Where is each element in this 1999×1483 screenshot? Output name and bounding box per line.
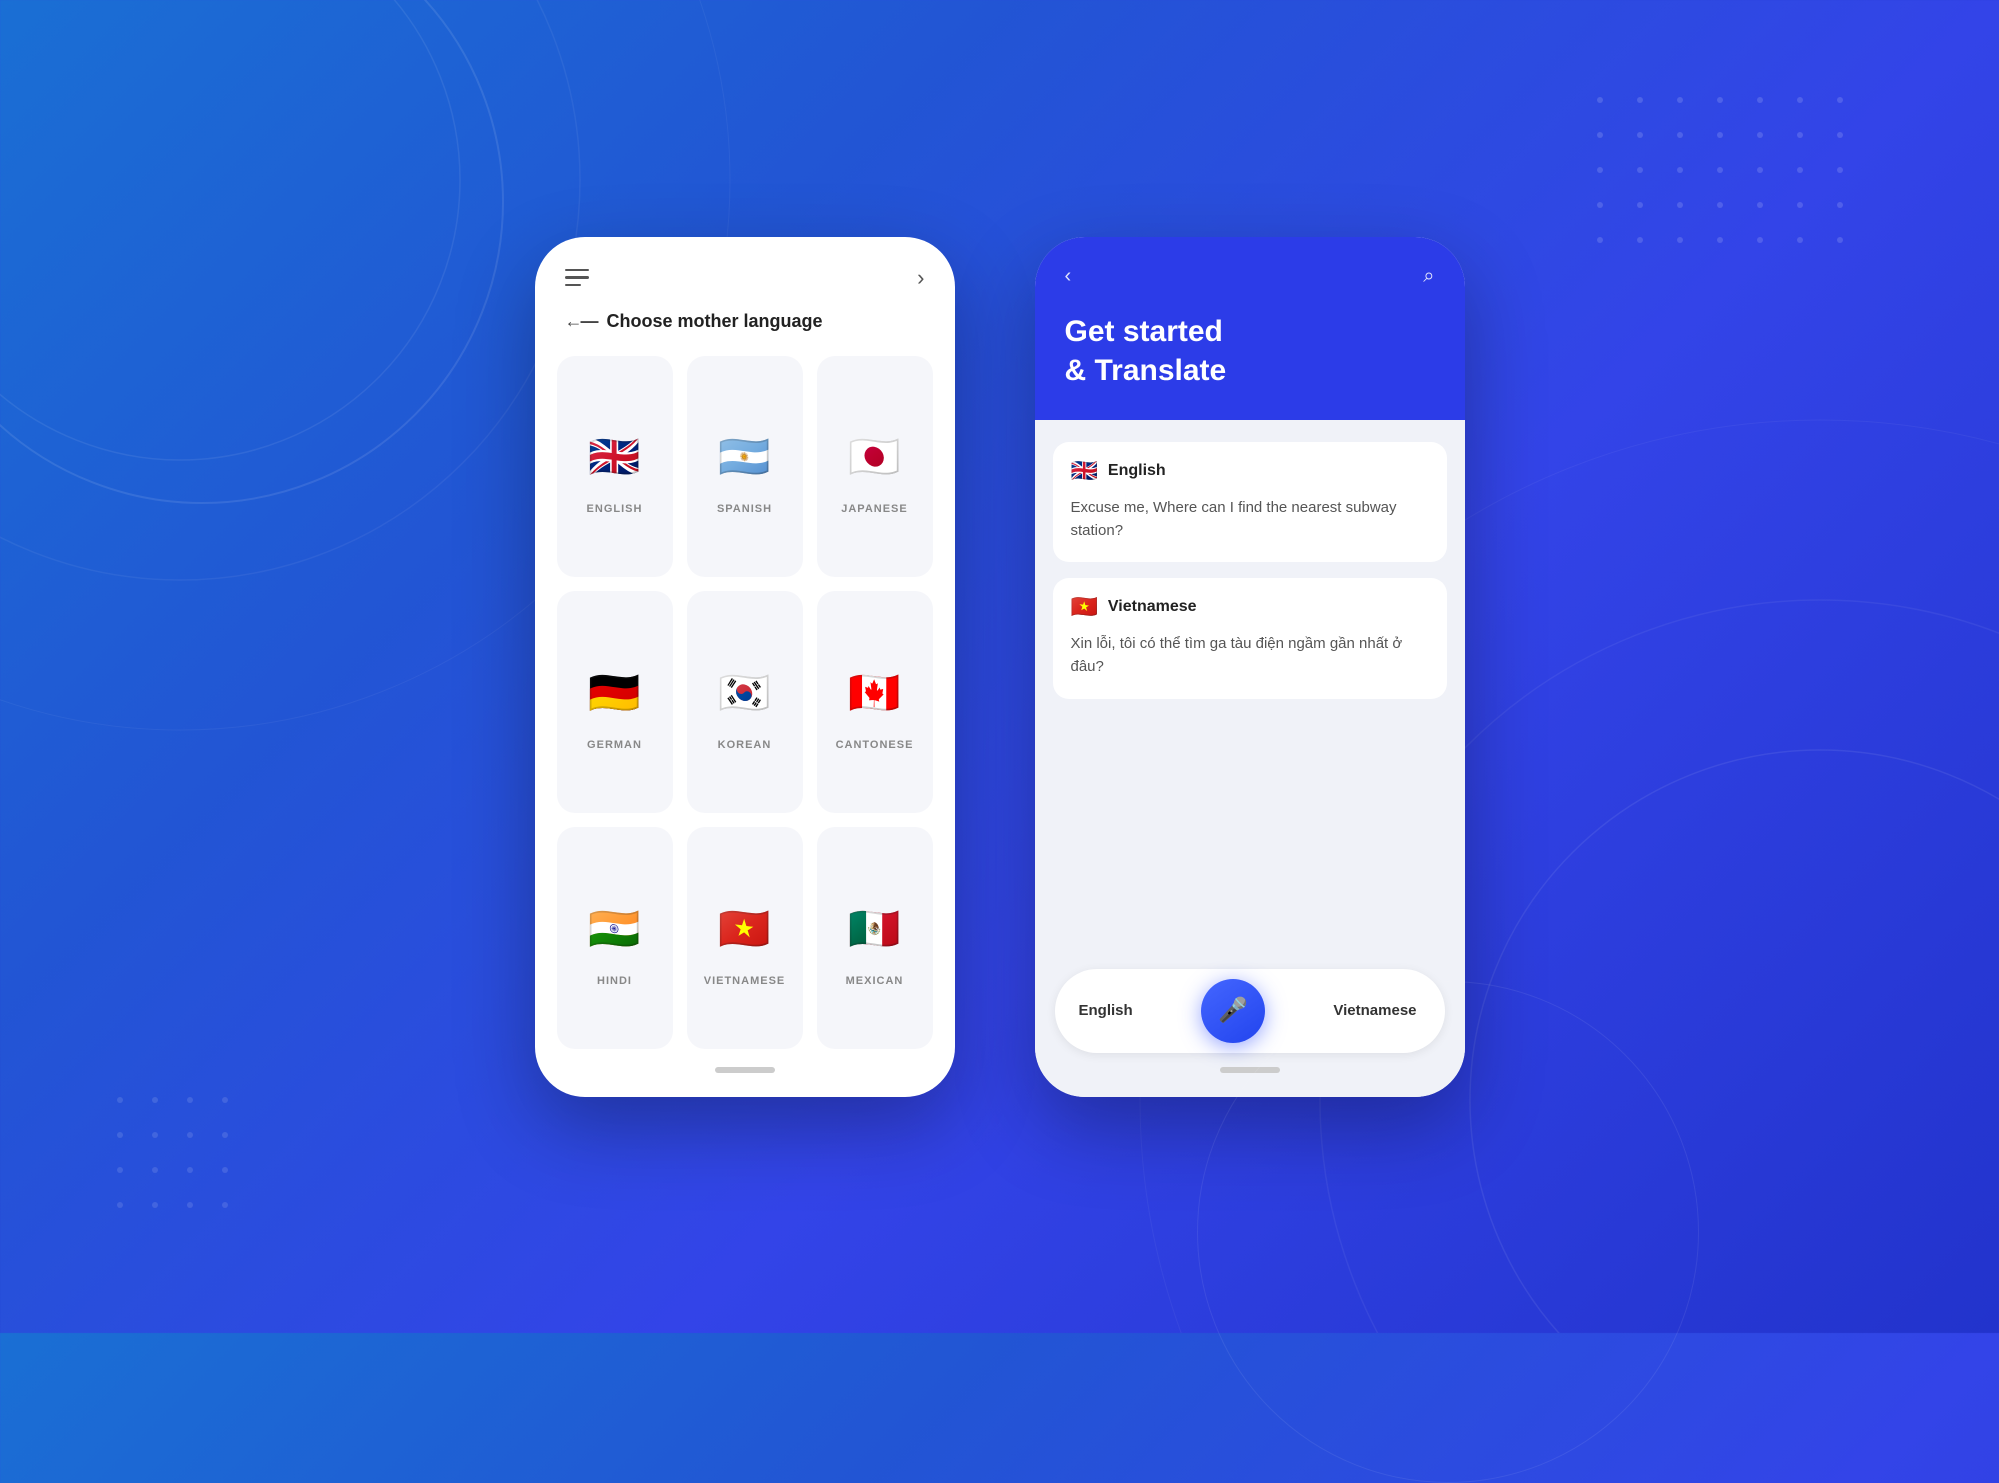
lang-label-korean: KOREAN xyxy=(718,739,772,751)
target-text: Xin lỗi, tôi có thể tìm ga tàu điện ngầm… xyxy=(1071,632,1429,679)
target-flag-icon: 🇻🇳 xyxy=(1071,594,1098,620)
phone2-header: ‹ ⌕ Get started & Translate xyxy=(1035,237,1465,420)
flag-korean: 🇰🇷 xyxy=(709,657,781,729)
lang-card-cantonese[interactable]: 🇨🇦 CANTONESE xyxy=(817,591,933,813)
app-title: Get started & Translate xyxy=(1065,312,1435,390)
flag-mexican: 🇲🇽 xyxy=(839,893,911,965)
flag-english: 🇬🇧 xyxy=(579,421,651,493)
lang-card-spanish[interactable]: 🇦🇷 SPANISH xyxy=(687,356,803,578)
lang-label-english: ENGLISH xyxy=(587,503,643,515)
lang-label-vietnamese: VIETNAMESE xyxy=(704,975,786,987)
phone2-bottom-bar: English 🎤 Vietnamese xyxy=(1035,955,1465,1097)
phone1-header: › xyxy=(535,237,955,301)
phone-language-selector: › ←— Choose mother language 🇬🇧 ENGLISH 🇦🇷 S… xyxy=(535,237,955,1097)
lang-card-english[interactable]: 🇬🇧 ENGLISH xyxy=(557,356,673,578)
flag-spanish: 🇦🇷 xyxy=(709,421,781,493)
lang-label-german: GERMAN xyxy=(587,739,642,751)
lang-card-german[interactable]: 🇩🇪 GERMAN xyxy=(557,591,673,813)
search-button[interactable]: ⌕ xyxy=(1423,265,1434,288)
target-language-card: 🇻🇳 Vietnamese Xin lỗi, tôi có thể tìm ga… xyxy=(1053,578,1447,699)
phone-translator: ‹ ⌕ Get started & Translate 🇬🇧 English E… xyxy=(1035,237,1465,1097)
lang-card-japanese[interactable]: 🇯🇵 JAPANESE xyxy=(817,356,933,578)
source-text: Excuse me, Where can I find the nearest … xyxy=(1071,496,1429,543)
flag-japanese: 🇯🇵 xyxy=(839,421,911,493)
source-flag-icon: 🇬🇧 xyxy=(1071,458,1098,484)
lang-card-hindi[interactable]: 🇮🇳 HINDI xyxy=(557,827,673,1049)
menu-icon[interactable] xyxy=(565,269,589,287)
mic-bar: English 🎤 Vietnamese xyxy=(1055,969,1445,1053)
flag-cantonese: 🇨🇦 xyxy=(839,657,911,729)
source-language-card: 🇬🇧 English Excuse me, Where can I find t… xyxy=(1053,442,1447,563)
back-arrow-icon: ←— xyxy=(565,311,597,332)
home-pill-2 xyxy=(1220,1067,1280,1073)
target-lang-header: 🇻🇳 Vietnamese xyxy=(1071,594,1429,620)
flag-hindi: 🇮🇳 xyxy=(579,893,651,965)
translation-body: 🇬🇧 English Excuse me, Where can I find t… xyxy=(1035,420,1465,955)
lang-card-vietnamese[interactable]: 🇻🇳 VIETNAMESE xyxy=(687,827,803,1049)
target-lang-name: Vietnamese xyxy=(1108,598,1197,616)
lang-label-mexican: MEXICAN xyxy=(846,975,904,987)
source-lang-header: 🇬🇧 English xyxy=(1071,458,1429,484)
choose-language-title: ←— Choose mother language xyxy=(535,301,955,356)
flag-vietnamese: 🇻🇳 xyxy=(709,893,781,965)
forward-chevron-icon[interactable]: › xyxy=(917,265,924,291)
source-lang-name: English xyxy=(1108,462,1166,480)
mic-source-label[interactable]: English xyxy=(1079,1002,1133,1019)
lang-label-spanish: SPANISH xyxy=(717,503,772,515)
microphone-icon: 🎤 xyxy=(1218,996,1248,1025)
lang-card-mexican[interactable]: 🇲🇽 MEXICAN xyxy=(817,827,933,1049)
lang-label-cantonese: CANTONESE xyxy=(836,739,914,751)
lang-label-hindi: HINDI xyxy=(597,975,632,987)
microphone-button[interactable]: 🎤 xyxy=(1201,979,1265,1043)
lang-card-korean[interactable]: 🇰🇷 KOREAN xyxy=(687,591,803,813)
phone1-bottom xyxy=(535,1049,955,1097)
mic-target-label[interactable]: Vietnamese xyxy=(1333,1002,1416,1019)
flag-german: 🇩🇪 xyxy=(579,657,651,729)
language-grid: 🇬🇧 ENGLISH 🇦🇷 SPANISH 🇯🇵 JAPANESE 🇩🇪 GERMAN 🇰🇷 KO… xyxy=(535,356,955,1049)
home-pill xyxy=(715,1067,775,1073)
phone2-home-pill xyxy=(1055,1053,1445,1073)
back-button[interactable]: ‹ xyxy=(1065,265,1072,288)
lang-label-japanese: JAPANESE xyxy=(841,503,907,515)
phone2-nav: ‹ ⌕ xyxy=(1065,265,1435,288)
